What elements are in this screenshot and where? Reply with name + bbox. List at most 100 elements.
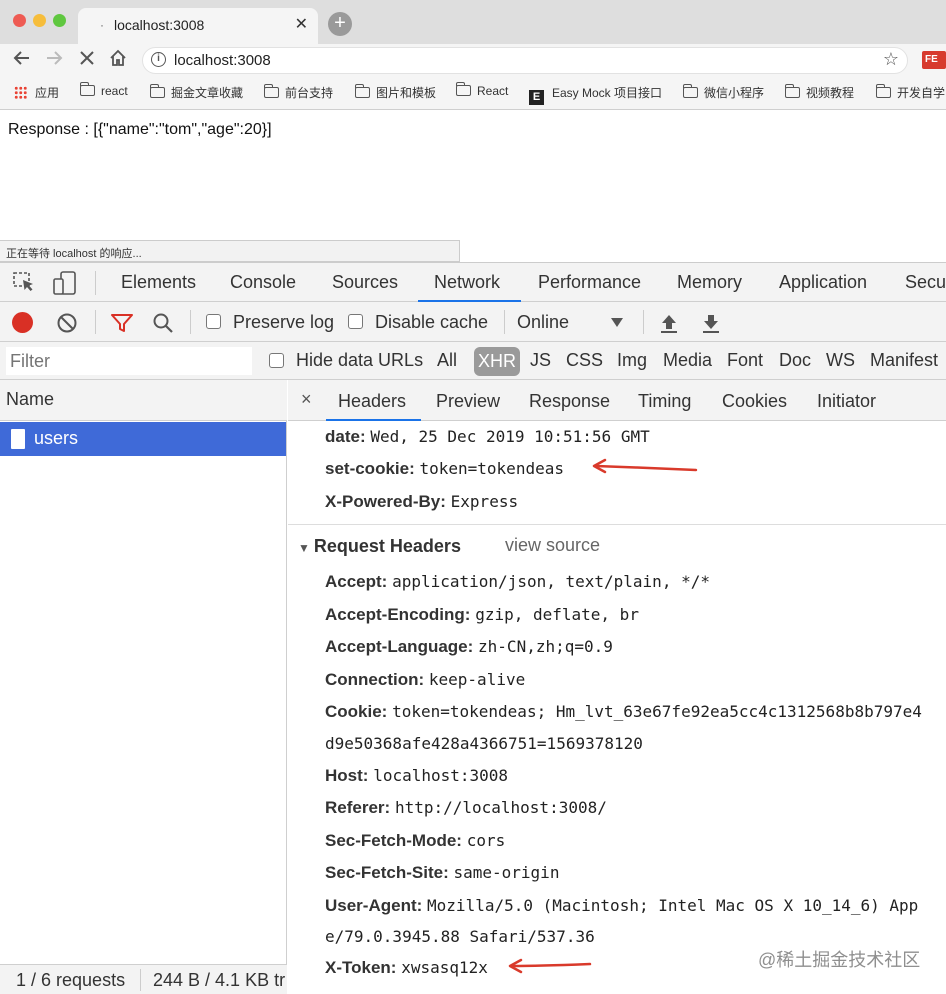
- bookmark-folder[interactable]: 开发自学: [875, 84, 945, 101]
- preserve-log-checkbox[interactable]: [206, 314, 221, 329]
- tab-elements[interactable]: Elements: [121, 272, 196, 293]
- header-value: token=tokendeas; Hm_lvt_63e67fe92ea5cc4c…: [392, 702, 922, 721]
- header-value-continuation: d9e50368afe428a4366751=1569378120: [325, 734, 643, 753]
- minimize-window-button[interactable]: [33, 14, 46, 27]
- header-value: Mozilla/5.0 (Macintosh; Intel Mac OS X 1…: [427, 896, 919, 915]
- tab-response[interactable]: Response: [529, 391, 610, 412]
- filter-type-img[interactable]: Img: [617, 350, 647, 371]
- browser-tab[interactable]: · localhost:3008 ✕: [78, 8, 318, 44]
- tab-network[interactable]: Network: [434, 272, 500, 293]
- bookmark-folder[interactable]: 前台支持: [263, 84, 333, 101]
- filter-funnel-icon[interactable]: [110, 313, 134, 338]
- annotation-arrow-icon: [592, 458, 698, 474]
- search-icon[interactable]: [152, 312, 174, 339]
- bookmark-easymock[interactable]: E Easy Mock 项目接口: [529, 84, 662, 105]
- tab-close-button[interactable]: ✕: [295, 14, 308, 34]
- toolbar-divider: [95, 310, 96, 334]
- throttling-select[interactable]: Online: [517, 312, 569, 333]
- close-details-button[interactable]: ×: [301, 389, 312, 410]
- view-source-link[interactable]: view source: [505, 535, 600, 556]
- bookmark-folder[interactable]: 微信小程序: [682, 84, 764, 101]
- preserve-log-label: Preserve log: [233, 312, 335, 332]
- filter-input[interactable]: [6, 347, 252, 375]
- tab-memory[interactable]: Memory: [677, 272, 742, 293]
- header-value: keep-alive: [428, 670, 526, 689]
- tab-cookies[interactable]: Cookies: [722, 391, 787, 412]
- filter-type-font[interactable]: Font: [727, 350, 763, 371]
- header-name: set-cookie:: [325, 459, 415, 478]
- tab-headers[interactable]: Headers: [338, 391, 406, 412]
- bookmark-label: 图片和模板: [376, 86, 437, 100]
- request-header-row: Accept: application/json, text/plain, */…: [325, 572, 710, 592]
- request-header-row: X-Token: xwsasq12x: [325, 958, 488, 978]
- tab-console[interactable]: Console: [230, 272, 296, 293]
- header-name: X-Token:: [325, 958, 397, 977]
- bookmark-folder[interactable]: 视频教程: [784, 84, 854, 101]
- home-icon[interactable]: [108, 48, 128, 74]
- header-name: Accept:: [325, 572, 388, 591]
- filter-type-xhr[interactable]: XHR: [474, 347, 520, 376]
- site-info-icon[interactable]: i: [151, 52, 166, 67]
- folder-icon: [354, 84, 370, 98]
- zoom-window-button[interactable]: [53, 14, 66, 27]
- device-toolbar-icon[interactable]: [53, 271, 77, 300]
- status-bubble: 正在等待 localhost 的响应...: [0, 240, 460, 262]
- import-har-icon[interactable]: [659, 312, 679, 339]
- hide-data-urls-checkbox[interactable]: [269, 353, 284, 368]
- clear-icon[interactable]: [56, 312, 78, 339]
- header-name: Sec-Fetch-Site:: [325, 863, 449, 882]
- inspect-element-icon[interactable]: [13, 272, 37, 299]
- hide-data-urls-label: Hide data URLs: [296, 350, 424, 370]
- extension-icon[interactable]: FE: [922, 51, 946, 69]
- chevron-down-icon[interactable]: [610, 315, 624, 333]
- bookmark-apps[interactable]: 应用: [14, 84, 59, 101]
- toolbar-divider: [95, 271, 96, 295]
- tab-initiator[interactable]: Initiator: [817, 391, 876, 412]
- header-value: Wed, 25 Dec 2019 10:51:56 GMT: [370, 427, 650, 446]
- page-response-text: Response : [{"name":"tom","age":20}]: [8, 121, 272, 138]
- name-column-header[interactable]: Name: [0, 380, 287, 421]
- bookmark-label: 掘金文章收藏: [171, 86, 244, 100]
- filter-type-all[interactable]: All: [437, 350, 457, 371]
- toolbar-divider: [643, 310, 644, 334]
- request-row-users[interactable]: users: [0, 422, 286, 456]
- new-tab-button[interactable]: +: [328, 12, 352, 36]
- disable-cache-checkbox[interactable]: [348, 314, 363, 329]
- header-value: same-origin: [453, 863, 560, 882]
- bookmark-label: Easy Mock 项目接口: [552, 86, 663, 100]
- filter-type-doc[interactable]: Doc: [779, 350, 811, 371]
- header-value: xwsasq12x: [401, 958, 488, 977]
- header-name: Sec-Fetch-Mode:: [325, 831, 462, 850]
- address-bar[interactable]: i localhost:3008 ☆: [142, 47, 908, 74]
- filter-type-media[interactable]: Media: [663, 350, 712, 371]
- filter-type-manifest[interactable]: Manifest: [870, 350, 938, 371]
- bookmark-folder[interactable]: 掘金文章收藏: [149, 84, 244, 101]
- close-window-button[interactable]: [13, 14, 26, 27]
- header-value: gzip, deflate, br: [475, 605, 639, 624]
- filter-type-js[interactable]: JS: [530, 350, 551, 371]
- request-header-row: Connection: keep-alive: [325, 670, 525, 690]
- bookmark-folder[interactable]: 图片和模板: [354, 84, 437, 101]
- tab-application[interactable]: Application: [779, 272, 867, 293]
- tab-performance[interactable]: Performance: [538, 272, 641, 293]
- header-name: User-Agent:: [325, 896, 423, 915]
- bookmark-folder[interactable]: React: [455, 82, 508, 98]
- tab-timing[interactable]: Timing: [638, 391, 691, 412]
- stop-loading-icon[interactable]: [77, 48, 97, 74]
- tab-preview[interactable]: Preview: [436, 391, 500, 412]
- request-list: Name users 1 / 6 requests 244 B / 4.1 KB…: [0, 380, 287, 994]
- tab-sources[interactable]: Sources: [332, 272, 398, 293]
- bookmark-star-icon[interactable]: ☆: [883, 49, 899, 70]
- tab-security[interactable]: Secu: [905, 272, 946, 293]
- loading-icon: ·: [100, 18, 104, 32]
- response-header-row: X-Powered-By: Express: [325, 492, 518, 512]
- request-header-row: Accept-Language: zh-CN,zh;q=0.9: [325, 637, 613, 657]
- forward-arrow-icon[interactable]: [44, 48, 64, 74]
- filter-type-css[interactable]: CSS: [566, 350, 603, 371]
- back-arrow-icon[interactable]: [12, 48, 32, 74]
- request-headers-toggle[interactable]: ▼ Request Headers: [298, 536, 461, 557]
- record-icon[interactable]: [12, 312, 33, 333]
- filter-type-ws[interactable]: WS: [826, 350, 855, 371]
- export-har-icon[interactable]: [701, 312, 721, 339]
- bookmark-folder[interactable]: react: [79, 82, 128, 98]
